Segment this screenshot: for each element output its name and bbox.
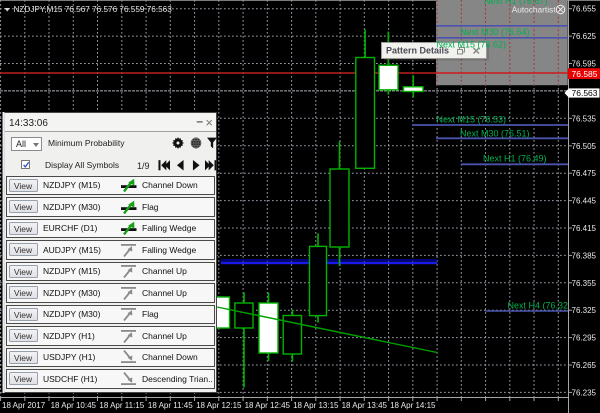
svg-text:76.235: 76.235 xyxy=(572,389,597,398)
svg-text:76.563: 76.563 xyxy=(572,88,598,98)
svg-text:18 Apr 10:45: 18 Apr 10:45 xyxy=(51,401,97,410)
svg-text:76.655: 76.655 xyxy=(572,5,597,14)
svg-text:18 Apr 12:45: 18 Apr 12:45 xyxy=(245,401,291,410)
svg-text:18 Apr 13:15: 18 Apr 13:15 xyxy=(293,401,339,410)
svg-text:76.535: 76.535 xyxy=(572,114,597,123)
svg-text:76.325: 76.325 xyxy=(572,306,597,315)
svg-text:Autochartist: Autochartist xyxy=(512,5,557,15)
svg-text:NZDJPY,M15 76.567 76.576 76.55: NZDJPY,M15 76.567 76.576 76.559 76.563 xyxy=(14,5,173,14)
svg-text:18 Apr 11:15: 18 Apr 11:15 xyxy=(99,401,144,410)
svg-text:76.265: 76.265 xyxy=(572,361,597,370)
svg-text:18 Apr 13:45: 18 Apr 13:45 xyxy=(342,401,388,410)
svg-text:Next H4 (76.32: Next H4 (76.32 xyxy=(508,300,569,310)
svg-text:Next M15 (76.53): Next M15 (76.53) xyxy=(437,114,507,124)
svg-text:18 Apr 11:45: 18 Apr 11:45 xyxy=(148,401,193,410)
svg-text:Next H1 (76.49): Next H1 (76.49) xyxy=(483,154,547,164)
svg-text:76.415: 76.415 xyxy=(572,224,597,233)
svg-text:18 Apr 2017: 18 Apr 2017 xyxy=(2,401,46,410)
svg-text:76.505: 76.505 xyxy=(572,142,597,151)
svg-text:18 Apr 12:15: 18 Apr 12:15 xyxy=(196,401,242,410)
svg-text:76.445: 76.445 xyxy=(572,197,597,206)
svg-text:76.295: 76.295 xyxy=(572,334,597,343)
svg-text:Next M30 (76.51): Next M30 (76.51) xyxy=(460,128,530,138)
svg-text:76.385: 76.385 xyxy=(572,251,597,260)
svg-text:18 Apr 14:15: 18 Apr 14:15 xyxy=(390,401,436,410)
svg-text:76.475: 76.475 xyxy=(572,169,597,178)
svg-text:76.625: 76.625 xyxy=(572,32,597,41)
svg-text:Next M30 (76.64): Next M30 (76.64) xyxy=(460,27,530,37)
svg-text:76.355: 76.355 xyxy=(572,279,597,288)
svg-text:76.585: 76.585 xyxy=(572,69,598,79)
svg-text:Next M15 (76.62): Next M15 (76.62) xyxy=(437,39,507,49)
svg-text:76.595: 76.595 xyxy=(572,60,597,69)
